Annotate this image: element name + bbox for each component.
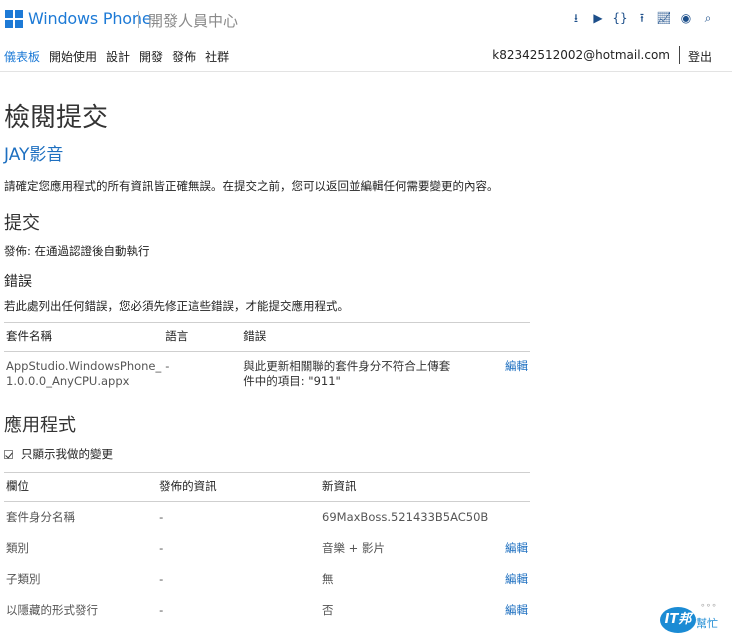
edit-link[interactable]: 編輯: [505, 359, 528, 373]
new-info-cell: 否: [322, 603, 334, 617]
toolbar-icons: ⭳ ▶ {} ⭱ 📈︎ ◉ ⌕: [568, 10, 716, 26]
package-name-line: 1.0.0.0_AnyCPU.appx: [6, 374, 130, 388]
watermark-bubble: IT邦: [660, 607, 696, 633]
chart-icon[interactable]: 📈︎: [656, 10, 672, 26]
main-nav-bar: 儀表板 開始使用 設計 開發 發佈 社群 k82342512002@hotmai…: [0, 42, 732, 72]
nav-item-dashboard[interactable]: 儀表板: [4, 48, 40, 65]
app-heading: 應用程式: [4, 415, 76, 436]
column-action: [490, 472, 530, 502]
account-divider: [679, 46, 680, 64]
action-cell: 編輯: [490, 595, 530, 626]
top-header: Windows Phone 開發人員中心 ⭳ ▶ {} ⭱ 📈︎ ◉ ⌕: [0, 0, 732, 42]
errors-table: 套件名稱 語言 錯誤 AppStudio.WindowsPhone_ 1.0.0…: [4, 322, 530, 393]
error-cell: 與此更新相關聯的套件身分不符合上傳套 件中的項目: "911": [241, 352, 490, 394]
play-icon[interactable]: ▶: [590, 10, 606, 26]
brand-name[interactable]: Windows Phone: [28, 9, 152, 28]
column-published-info: 發佈的資訊: [157, 472, 321, 502]
brand-subtitle[interactable]: 開發人員中心: [148, 10, 238, 31]
edit-link[interactable]: 編輯: [505, 541, 528, 555]
column-language: 語言: [163, 322, 242, 352]
errors-text: 若此處列出任何錯誤，您必須先修正這些錯誤，才能提交應用程式。: [4, 299, 349, 313]
published-cell: -: [159, 603, 164, 617]
brand-divider: [138, 11, 139, 28]
action-cell: 編輯: [490, 564, 530, 595]
download-icon[interactable]: ⭳: [568, 10, 584, 26]
main-nav: 儀表板 開始使用 設計 開發 發佈 社群: [4, 48, 238, 65]
app-name: JAY影音: [4, 145, 64, 165]
language-cell: -: [165, 359, 170, 373]
field-cell: 類別: [6, 541, 29, 555]
package-name-line: AppStudio.WindowsPhone_: [6, 359, 162, 373]
watermark-text: 幫忙: [696, 617, 718, 630]
published-cell: -: [159, 510, 164, 524]
table-row: 套件身分名稱 - 69MaxBoss.521433B5AC50B: [4, 502, 530, 534]
nav-item-community[interactable]: 社群: [205, 48, 229, 65]
nav-item-design[interactable]: 設計: [106, 48, 130, 65]
edit-link[interactable]: 編輯: [505, 572, 528, 586]
show-my-changes-label[interactable]: 只顯示我做的變更: [21, 446, 113, 462]
app-table-header: 欄位 發佈的資訊 新資訊: [4, 472, 530, 502]
logout-link[interactable]: 登出: [688, 48, 712, 65]
action-cell: 編輯: [490, 352, 530, 394]
main-content: 檢閱提交 JAY影音 請確定您應用程式的所有資訊皆正確無誤。在提交之前，您可以返…: [4, 100, 544, 626]
action-cell: [490, 502, 530, 534]
column-field: 欄位: [4, 472, 158, 502]
field-cell: 以隱藏的形式發行: [6, 603, 98, 617]
submission-heading: 提交: [4, 213, 40, 234]
table-row: AppStudio.WindowsPhone_ 1.0.0.0_AnyCPU.a…: [4, 352, 530, 394]
column-new-info: 新資訊: [320, 472, 491, 502]
errors-heading: 錯誤: [4, 274, 32, 290]
published-cell: -: [159, 541, 164, 555]
show-my-changes-checkbox[interactable]: [4, 449, 13, 459]
column-action: [490, 322, 530, 352]
upload-icon[interactable]: ⭱: [634, 10, 650, 26]
column-error: 錯誤: [241, 322, 490, 352]
new-info-cell: 音樂 + 影片: [322, 541, 385, 555]
table-row: 以隱藏的形式發行 - 否 編輯: [4, 595, 530, 626]
show-my-changes-option[interactable]: 只顯示我做的變更: [4, 446, 544, 462]
search-icon[interactable]: ⌕: [700, 10, 716, 26]
nav-item-get-started[interactable]: 開始使用: [49, 48, 97, 65]
code-braces-icon[interactable]: {}: [612, 10, 628, 26]
error-line: 件中的項目: "911": [243, 374, 341, 388]
app-fields-table: 欄位 發佈的資訊 新資訊 套件身分名稱 - 69MaxBoss.521433B5…: [4, 472, 530, 626]
new-info-cell: 69MaxBoss.521433B5AC50B: [322, 510, 489, 524]
ithome-watermark-logo: ∘∘∘ IT邦 幫忙: [660, 601, 728, 635]
package-name-cell: AppStudio.WindowsPhone_ 1.0.0.0_AnyCPU.a…: [4, 352, 163, 394]
page-title: 檢閱提交: [4, 103, 109, 133]
submission-text: 發佈: 在通過認證後自動執行: [4, 244, 150, 258]
field-cell: 套件身分名稱: [6, 510, 75, 524]
account-email[interactable]: k82342512002@hotmail.com: [492, 48, 670, 62]
nav-item-publish[interactable]: 發佈: [172, 48, 196, 65]
windows-logo-icon[interactable]: [5, 10, 23, 28]
eye-icon[interactable]: ◉: [678, 10, 694, 26]
error-line: 與此更新相關聯的套件身分不符合上傳套: [243, 359, 451, 373]
errors-table-header: 套件名稱 語言 錯誤: [4, 322, 530, 352]
table-row: 子類別 - 無 編輯: [4, 564, 530, 595]
watermark-dots-icon: ∘∘∘: [700, 601, 717, 611]
table-row: 類別 - 音樂 + 影片 編輯: [4, 533, 530, 564]
nav-item-develop[interactable]: 開發: [139, 48, 163, 65]
new-info-cell: 無: [322, 572, 334, 586]
intro-text: 請確定您應用程式的所有資訊皆正確無誤。在提交之前，您可以返回並編輯任何需要變更的…: [4, 179, 499, 193]
action-cell: 編輯: [490, 533, 530, 564]
edit-link[interactable]: 編輯: [505, 603, 528, 617]
column-package-name: 套件名稱: [4, 322, 164, 352]
published-cell: -: [159, 572, 164, 586]
field-cell: 子類別: [6, 572, 41, 586]
